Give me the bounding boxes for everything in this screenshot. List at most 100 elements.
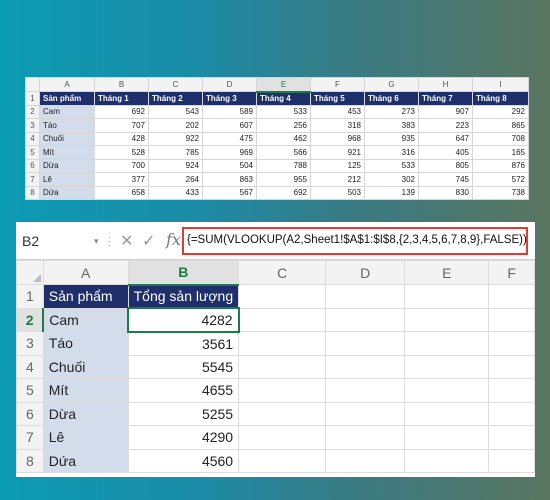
product-cell[interactable]: Lê (39, 172, 95, 187)
empty-cell[interactable] (488, 331, 535, 356)
value-cell[interactable]: 533 (256, 104, 311, 119)
total-cell[interactable]: 4655 (127, 378, 240, 403)
value-cell[interactable]: 405 (418, 145, 473, 160)
product-cell[interactable]: Cam (42, 307, 129, 332)
empty-cell[interactable] (238, 354, 327, 379)
product-cell[interactable]: Dừa (42, 401, 129, 426)
value-cell[interactable]: 377 (94, 172, 149, 187)
column-header[interactable]: G (364, 77, 419, 92)
empty-cell[interactable] (325, 378, 406, 403)
value-cell[interactable]: 692 (256, 185, 311, 200)
header-cell[interactable]: Tháng 7 (418, 91, 473, 106)
empty-cell[interactable] (238, 425, 327, 450)
empty-cell[interactable] (238, 401, 327, 426)
value-cell[interactable]: 433 (148, 185, 203, 200)
value-cell[interactable]: 589 (202, 104, 257, 119)
value-cell[interactable]: 316 (364, 145, 419, 160)
header-cell[interactable]: Tháng 5 (310, 91, 365, 106)
empty-cell[interactable] (325, 401, 406, 426)
value-cell[interactable]: 745 (418, 172, 473, 187)
value-cell[interactable]: 700 (94, 158, 149, 173)
empty-cell[interactable] (404, 378, 490, 403)
value-cell[interactable]: 922 (148, 131, 203, 146)
active-cell[interactable]: 4282 (127, 307, 240, 333)
chevron-down-icon[interactable]: ▾ (94, 236, 99, 247)
total-cell[interactable]: 5545 (127, 354, 240, 379)
total-cell[interactable]: 4560 (127, 448, 240, 473)
value-cell[interactable]: 876 (472, 158, 529, 173)
column-header[interactable]: B (94, 77, 149, 92)
select-all-corner[interactable] (16, 260, 44, 285)
empty-cell[interactable] (238, 331, 327, 356)
empty-cell[interactable] (404, 331, 490, 356)
value-cell[interactable]: 788 (256, 158, 311, 173)
value-cell[interactable]: 383 (364, 118, 419, 133)
empty-cell[interactable] (238, 448, 327, 473)
value-cell[interactable]: 708 (472, 131, 529, 146)
empty-cell[interactable] (404, 284, 490, 309)
value-cell[interactable]: 968 (310, 131, 365, 146)
column-header[interactable]: D (325, 260, 406, 285)
value-cell[interactable]: 567 (202, 185, 257, 200)
product-cell[interactable]: Dứa (42, 448, 129, 473)
drag-handle-icon[interactable]: · · · (108, 233, 111, 250)
empty-cell[interactable] (404, 354, 490, 379)
value-cell[interactable]: 202 (148, 118, 203, 133)
product-cell[interactable]: Mít (42, 378, 129, 403)
empty-cell[interactable] (238, 307, 327, 332)
value-cell[interactable]: 863 (202, 172, 257, 187)
empty-cell[interactable] (325, 284, 406, 309)
empty-cell[interactable] (488, 378, 535, 403)
value-cell[interactable]: 692 (94, 104, 149, 119)
value-cell[interactable]: 830 (418, 185, 473, 200)
value-cell[interactable]: 607 (202, 118, 257, 133)
value-cell[interactable]: 658 (94, 185, 149, 200)
empty-cell[interactable] (488, 354, 535, 379)
header-cell[interactable]: Tháng 8 (472, 91, 529, 106)
row-number[interactable]: 8 (16, 448, 44, 473)
empty-cell[interactable] (488, 448, 535, 473)
row-number[interactable]: 2 (25, 104, 40, 119)
empty-cell[interactable] (404, 401, 490, 426)
empty-cell[interactable] (325, 448, 406, 473)
value-cell[interactable]: 785 (148, 145, 203, 160)
value-cell[interactable]: 907 (418, 104, 473, 119)
row-number[interactable]: 5 (25, 145, 40, 160)
total-cell[interactable]: 3561 (127, 331, 240, 356)
empty-cell[interactable] (325, 307, 406, 332)
empty-cell[interactable] (325, 354, 406, 379)
empty-cell[interactable] (488, 284, 535, 309)
empty-cell[interactable] (488, 401, 535, 426)
value-cell[interactable]: 504 (202, 158, 257, 173)
row-number[interactable]: 3 (25, 118, 40, 133)
empty-cell[interactable] (404, 307, 490, 332)
column-header[interactable]: C (148, 77, 203, 92)
product-cell[interactable]: Lê (42, 425, 129, 450)
column-header[interactable]: E (404, 260, 490, 285)
product-cell[interactable]: Mít (39, 145, 95, 160)
row-number[interactable]: 4 (25, 131, 40, 146)
value-cell[interactable]: 165 (472, 145, 529, 160)
value-cell[interactable]: 924 (148, 158, 203, 173)
value-cell[interactable]: 318 (310, 118, 365, 133)
row-number[interactable]: 7 (25, 172, 40, 187)
value-cell[interactable]: 223 (418, 118, 473, 133)
row-number[interactable]: 6 (25, 158, 40, 173)
value-cell[interactable]: 528 (94, 145, 149, 160)
formula-input[interactable]: {=SUM(VLOOKUP(A2,Sheet1!$A$1:$I$8,{2,3,4… (182, 227, 528, 255)
empty-cell[interactable] (488, 307, 535, 332)
column-header[interactable]: D (202, 77, 257, 92)
row-number[interactable]: 3 (16, 331, 44, 356)
value-cell[interactable]: 805 (418, 158, 473, 173)
value-cell[interactable]: 738 (472, 185, 529, 200)
product-cell[interactable]: Chuối (39, 131, 95, 146)
product-cell[interactable]: Táo (39, 118, 95, 133)
column-header[interactable]: E (256, 77, 311, 93)
value-cell[interactable]: 543 (148, 104, 203, 119)
cancel-icon[interactable]: ✕ (120, 231, 133, 251)
product-cell[interactable]: Cam (39, 104, 95, 119)
row-number[interactable]: 5 (16, 378, 44, 403)
header-cell[interactable]: Sản phẩm (42, 284, 129, 309)
value-cell[interactable]: 969 (202, 145, 257, 160)
value-cell[interactable]: 707 (94, 118, 149, 133)
